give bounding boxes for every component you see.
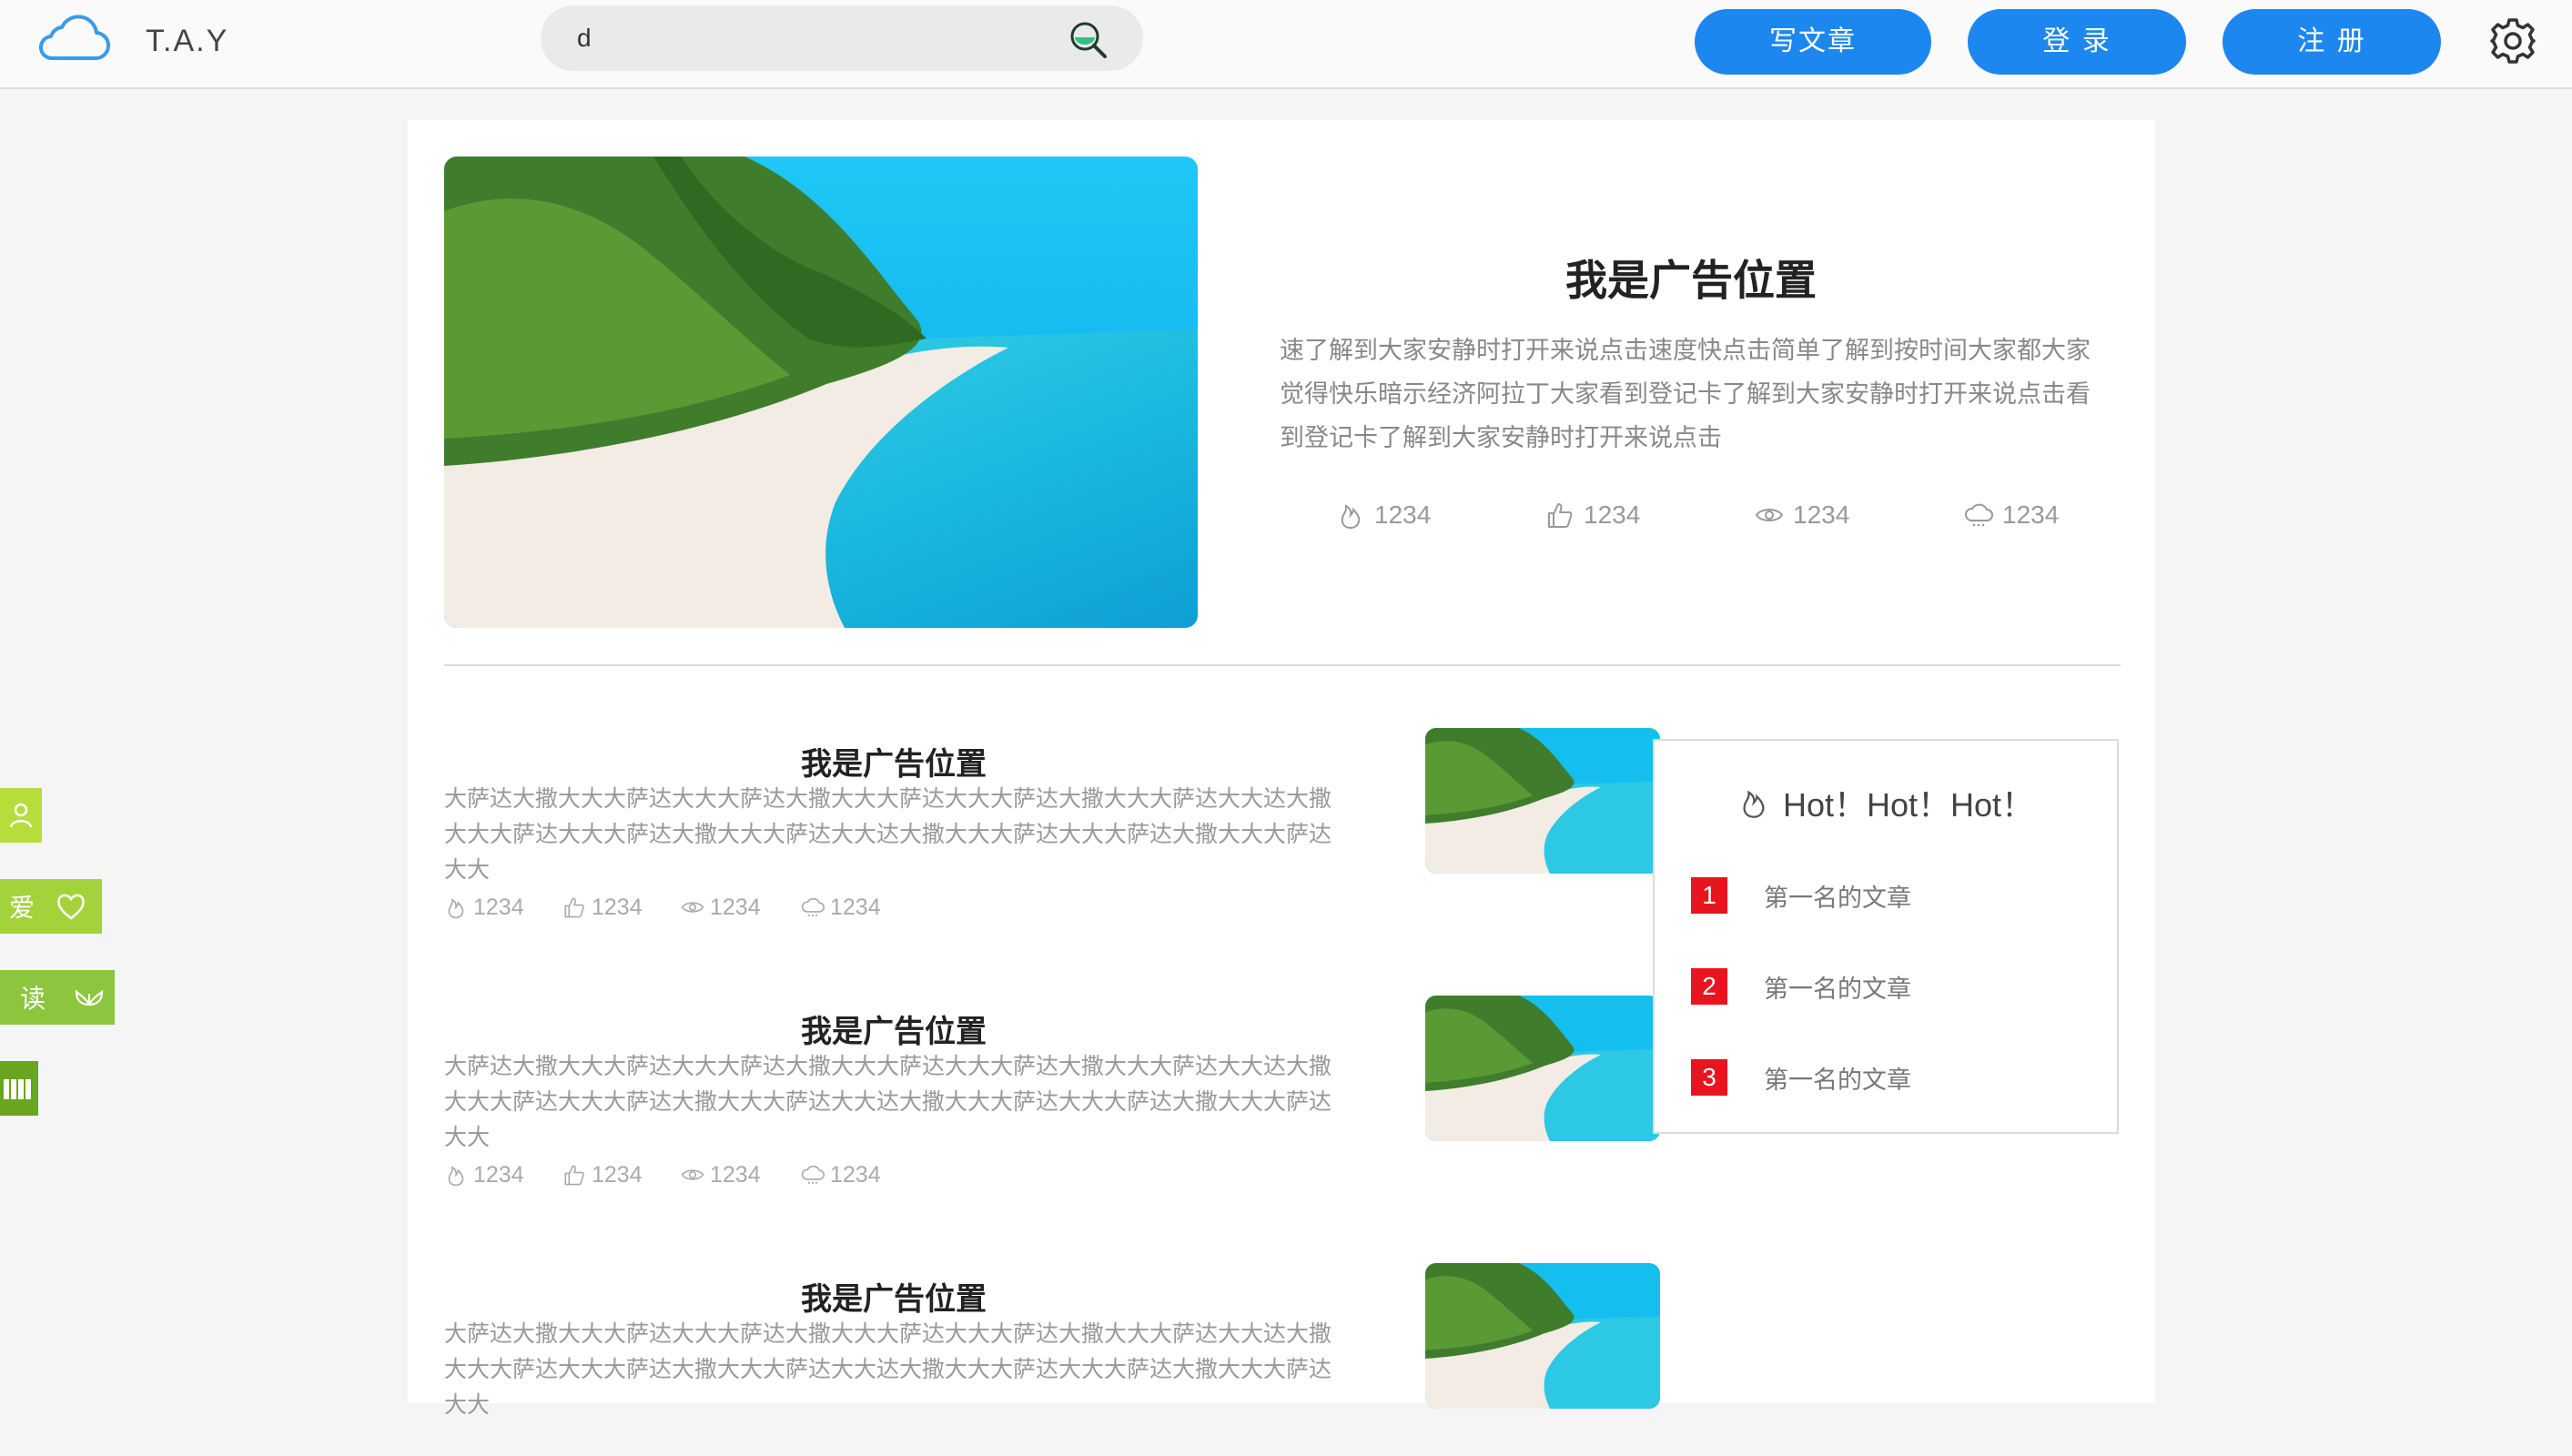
main-content-panel: 我是广告位置 速了解到大家安静时打开来说点击速度快点击简单了解到按时间大家都大家… xyxy=(408,120,2155,1418)
hero-stats: 1234 1234 1234 1234 xyxy=(1336,495,2119,535)
side-tab-user[interactable] xyxy=(0,788,42,843)
hero-beach-image[interactable] xyxy=(444,157,1198,628)
hero-stat-views: 1234 xyxy=(1755,495,1849,535)
article-item: 我是广告位置 大萨达大撒大大大萨达大大大萨达大撒大大大萨达大大大萨达大撒大大大萨… xyxy=(444,996,1660,1190)
butterfly-icon xyxy=(75,989,104,1006)
hero-stat-hot: 1234 xyxy=(1336,495,1431,535)
hero-hot-count: 1234 xyxy=(1374,500,1432,529)
article-item: 我是广告位置 大萨达大撒大大大萨达大大大萨达大撒大大大萨达大大大萨达大撒大大大萨… xyxy=(444,1263,1660,1456)
article-hot-count: 1234 xyxy=(473,1161,524,1188)
hot-item-label: 第一名的文章 xyxy=(1764,1066,1911,1095)
article-stat-likes[interactable]: 1234 xyxy=(562,1159,643,1190)
cloud-comment-icon xyxy=(801,1165,825,1184)
hot-articles-card: Hot！Hot！Hot！ 1 第一名的文章 2 第一名的文章 3 第一名的文章 xyxy=(1653,739,2119,1134)
hot-list-item[interactable]: 2 第一名的文章 xyxy=(1691,968,1911,1005)
hot-list-header: Hot！Hot！Hot！ xyxy=(1655,779,2117,826)
rank-badge: 1 xyxy=(1691,877,1727,914)
article-comments-count: 1234 xyxy=(830,894,881,920)
hot-item-label: 第一名的文章 xyxy=(1764,975,1911,1004)
article-stat-comments[interactable]: 1234 xyxy=(801,1159,881,1190)
hero-stat-comments[interactable]: 1234 xyxy=(1964,495,2059,535)
search-icon[interactable] xyxy=(1067,18,1109,60)
gear-icon[interactable] xyxy=(2488,16,2537,66)
hero-stat-likes[interactable]: 1234 xyxy=(1545,495,1640,535)
search-input[interactable] xyxy=(577,16,1050,60)
thumbs-up-icon xyxy=(1548,503,1573,528)
article-stat-hot: 1234 xyxy=(444,1159,524,1190)
hot-list-title: Hot！Hot！Hot！ xyxy=(1782,786,2035,824)
article-stats: 1234 1234 1234 1234 xyxy=(444,892,990,923)
thumbs-up-icon xyxy=(564,897,584,918)
article-title[interactable]: 我是广告位置 xyxy=(444,1006,1343,1051)
hero-likes-count: 1234 xyxy=(1584,500,1641,529)
article-stat-views: 1234 xyxy=(681,1159,761,1190)
section-divider xyxy=(444,664,2121,666)
cloud-comment-icon xyxy=(1965,503,1993,527)
eye-icon xyxy=(1755,509,1784,521)
article-stat-comments[interactable]: 1234 xyxy=(801,892,881,923)
side-tab-read[interactable]: 读 xyxy=(0,970,115,1025)
side-tab-read-label: 读 xyxy=(20,984,46,1014)
hot-list-item[interactable]: 1 第一名的文章 xyxy=(1691,877,1911,914)
thumbs-up-icon xyxy=(564,1165,584,1186)
article-likes-count: 1234 xyxy=(592,1161,643,1188)
article-stat-likes[interactable]: 1234 xyxy=(562,892,643,923)
register-button[interactable]: 注 册 xyxy=(2223,9,2441,75)
article-description: 大萨达大撒大大大萨达大大大萨达大撒大大大萨达大大大萨达大撒大大大萨达大大达大撒大… xyxy=(444,785,1332,883)
cloud-logo-icon[interactable] xyxy=(36,13,111,64)
article-item: 我是广告位置 大萨达大撒大大大萨达大大大萨达大撒大大大萨达大大大萨达大撒大大大萨… xyxy=(444,728,1660,923)
flame-icon xyxy=(1341,504,1361,530)
article-comments-count: 1234 xyxy=(830,1161,881,1188)
write-article-button[interactable]: 写文章 xyxy=(1695,9,1931,75)
books-icon xyxy=(4,1079,31,1099)
side-tab-love-label: 爱 xyxy=(9,893,35,923)
hero-title[interactable]: 我是广告位置 xyxy=(1281,248,2101,308)
article-description: 大萨达大撒大大大萨达大大大萨达大撒大大大萨达大大大萨达大撒大大大萨达大大达大撒大… xyxy=(444,1053,1332,1150)
article-views-count: 1234 xyxy=(710,1161,761,1188)
rank-badge: 2 xyxy=(1691,968,1727,1005)
cloud-comment-icon xyxy=(801,897,825,916)
flame-icon xyxy=(1743,790,1765,818)
user-icon xyxy=(9,803,33,828)
article-thumbnail[interactable] xyxy=(1425,728,1660,874)
article-thumbnail[interactable] xyxy=(1425,996,1660,1141)
hero-comments-count: 1234 xyxy=(2002,500,2060,529)
site-logo-text[interactable]: T.A.Y xyxy=(146,24,228,59)
search-bar xyxy=(541,5,1143,71)
flame-icon xyxy=(448,1166,464,1187)
article-stats: 1234 1234 1234 1234 xyxy=(444,1159,990,1190)
login-button[interactable]: 登 录 xyxy=(1968,9,2186,75)
top-nav-bar: T.A.Y 写文章 登 录 注 册 xyxy=(0,0,2572,89)
side-tab-books[interactable] xyxy=(0,1061,38,1116)
hero-views-count: 1234 xyxy=(1793,500,1850,529)
hot-item-label: 第一名的文章 xyxy=(1764,884,1911,913)
article-stat-hot: 1234 xyxy=(444,892,524,923)
side-tab-love[interactable]: 爱 xyxy=(0,879,102,934)
article-title[interactable]: 我是广告位置 xyxy=(444,1274,1343,1319)
article-views-count: 1234 xyxy=(710,894,761,920)
article-likes-count: 1234 xyxy=(592,894,643,920)
flame-icon xyxy=(448,898,464,919)
eye-icon xyxy=(681,902,704,913)
article-description: 大萨达大撒大大大萨达大大大萨达大撒大大大萨达大大大萨达大撒大大大萨达大大达大撒大… xyxy=(444,1320,1332,1418)
eye-icon xyxy=(681,1169,704,1180)
hero-description: 速了解到大家安静时打开来说点击速度快点击简单了解到按时间大家都大家觉得快乐暗示经… xyxy=(1280,337,2091,452)
article-hot-count: 1234 xyxy=(473,894,524,920)
article-stat-views: 1234 xyxy=(681,892,761,923)
hot-list-item[interactable]: 3 第一名的文章 xyxy=(1691,1059,1911,1096)
article-title[interactable]: 我是广告位置 xyxy=(444,739,1343,784)
article-thumbnail[interactable] xyxy=(1425,1263,1660,1409)
rank-badge: 3 xyxy=(1691,1059,1727,1096)
heart-icon xyxy=(57,894,85,920)
